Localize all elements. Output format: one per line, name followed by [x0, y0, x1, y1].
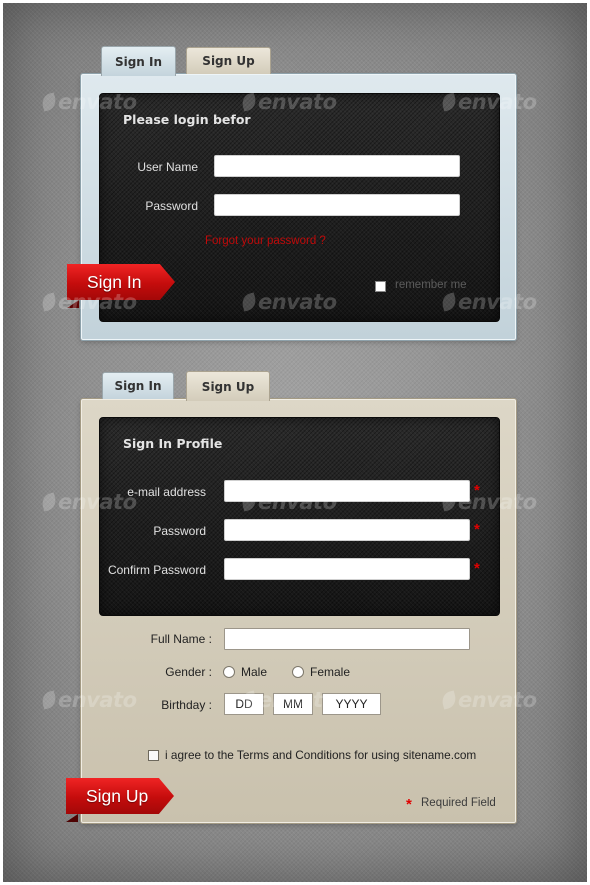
signup-password-label: Password: [153, 524, 206, 538]
birthday-year-input[interactable]: YYYY: [322, 693, 381, 715]
signin-title: Please login befor: [123, 112, 251, 127]
tab-sign-up[interactable]: Sign Up: [186, 47, 271, 74]
gender-female-label: Female: [310, 665, 351, 679]
gender-label: Gender :: [165, 665, 212, 679]
password-label: Password: [145, 199, 198, 213]
username-label: User Name: [137, 160, 198, 174]
gender-female-radio[interactable]: [292, 666, 304, 678]
confirm-password-input[interactable]: [224, 558, 470, 580]
tab-sign-in-2[interactable]: Sign In: [102, 372, 174, 399]
tab-sign-in[interactable]: Sign In: [101, 46, 176, 76]
fullname-input[interactable]: [224, 628, 470, 650]
confirm-password-label: Confirm Password: [107, 563, 206, 577]
terms-checkbox[interactable]: [148, 750, 159, 761]
email-label: e-mail address: [127, 485, 206, 499]
sign-in-button[interactable]: Sign In: [67, 264, 175, 300]
signup-title: Sign In Profile: [123, 436, 223, 451]
password-input[interactable]: [214, 194, 460, 216]
username-input[interactable]: [214, 155, 460, 177]
tab-sign-up-2[interactable]: Sign Up: [186, 371, 270, 401]
birthday-day-input[interactable]: DD: [224, 693, 264, 715]
fullname-label: Full Name :: [150, 632, 212, 646]
forgot-password-link[interactable]: Forgot your password ?: [205, 235, 326, 247]
gender-male-label: Male: [241, 665, 268, 679]
remember-me-checkbox[interactable]: [375, 281, 386, 292]
required-star-password: *: [474, 521, 480, 538]
required-legend-star: *: [406, 796, 412, 813]
email-input[interactable]: [224, 480, 470, 502]
birthday-label: Birthday :: [161, 698, 212, 712]
gender-male-radio[interactable]: [223, 666, 235, 678]
birthday-month-input[interactable]: MM: [273, 693, 313, 715]
signup-password-input[interactable]: [224, 519, 470, 541]
remember-me-label: remember me: [395, 279, 467, 291]
sign-up-button[interactable]: Sign Up: [66, 778, 174, 814]
required-star-confirm: *: [474, 560, 480, 577]
required-star-email: *: [474, 482, 480, 499]
required-field-note: Required Field: [421, 797, 496, 809]
terms-label: i agree to the Terms and Conditions for …: [165, 748, 477, 762]
